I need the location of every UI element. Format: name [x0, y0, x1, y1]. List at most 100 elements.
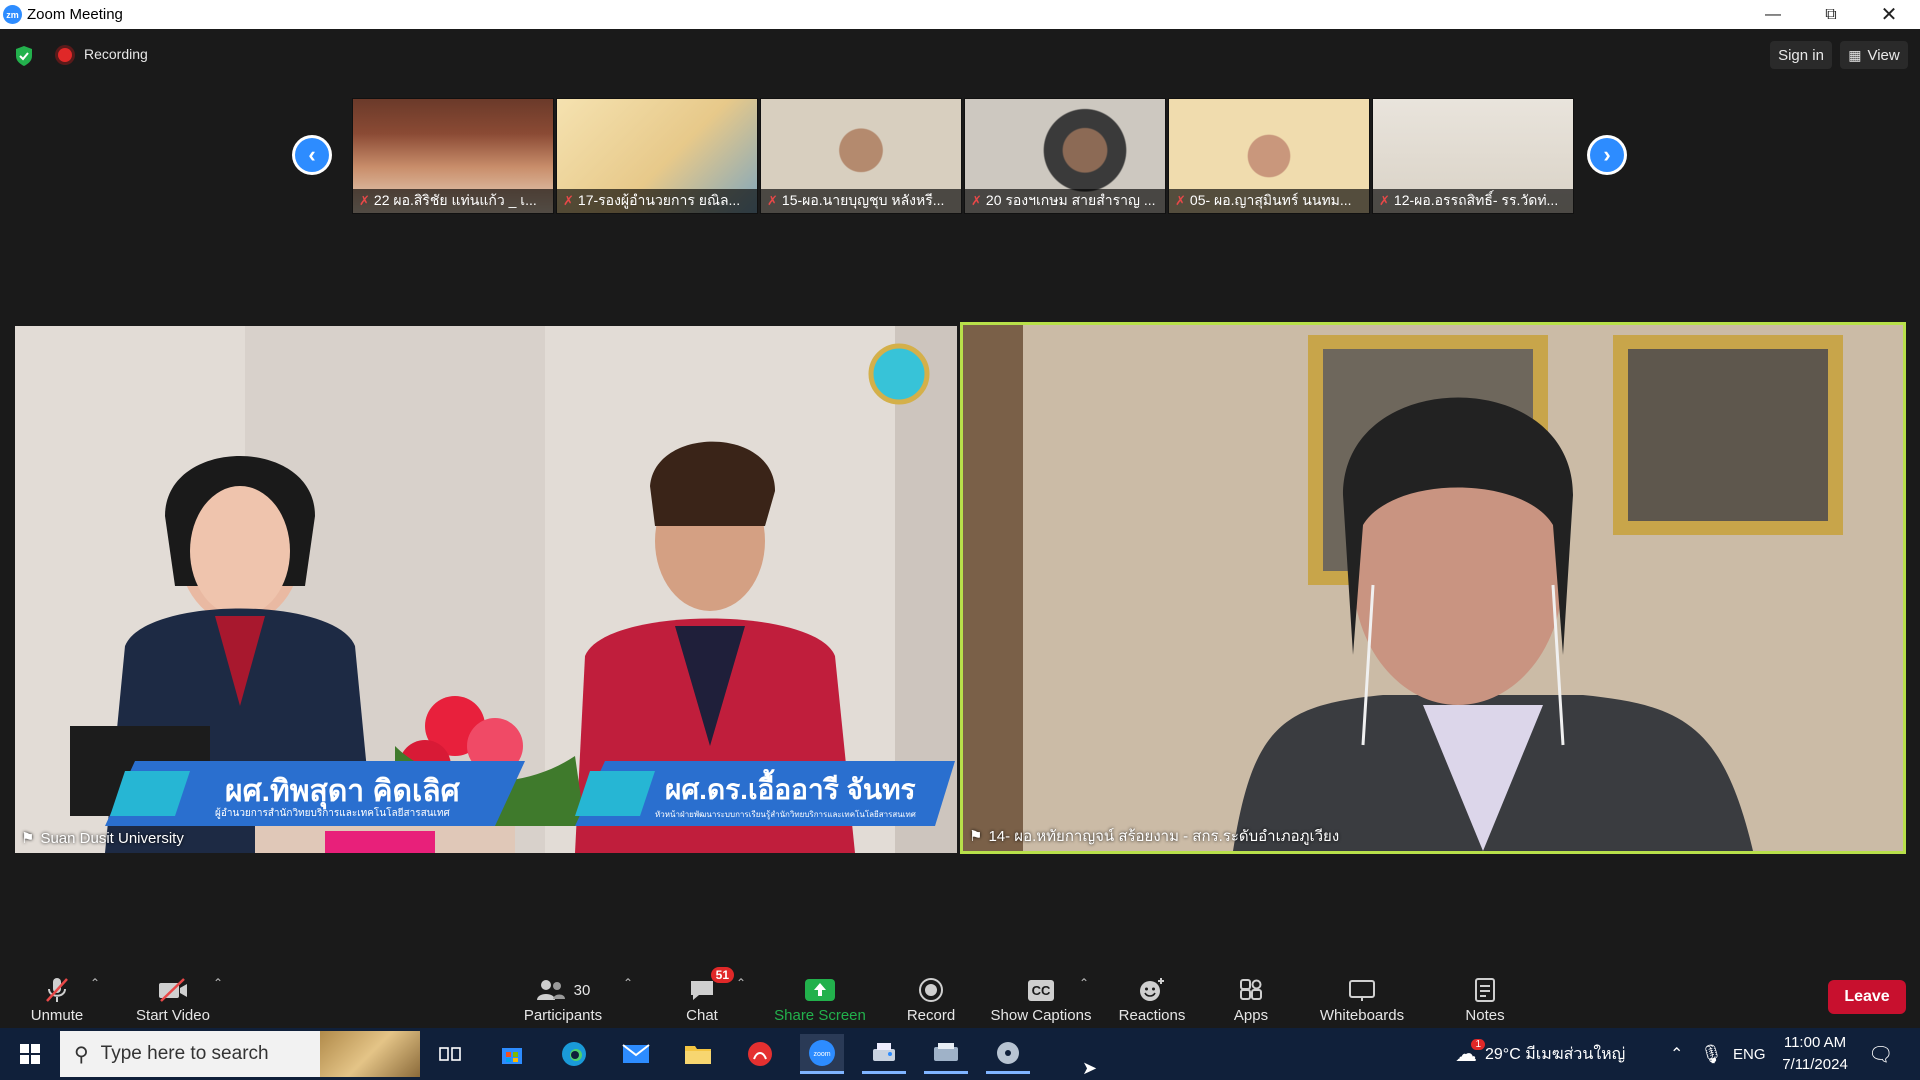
unmute-button[interactable]: Unmute: [14, 960, 100, 1028]
apps-button[interactable]: Apps: [1226, 960, 1276, 1028]
microphone-tray-icon[interactable]: 🎙: [1700, 1028, 1723, 1080]
share-screen-button[interactable]: Share Screen: [768, 960, 872, 1028]
record-button[interactable]: Record: [896, 960, 966, 1028]
task-view-icon[interactable]: [428, 1034, 472, 1074]
language-indicator[interactable]: ENG: [1733, 1028, 1766, 1080]
captions-options-caret-icon[interactable]: ⌃: [1079, 976, 1089, 990]
next-page-button[interactable]: ›: [1587, 135, 1627, 175]
app-icon-scanner[interactable]: [924, 1034, 968, 1074]
chat-bubble-icon: 51: [688, 967, 734, 1007]
leave-meeting-button[interactable]: Leave: [1828, 980, 1906, 1014]
minimize-button[interactable]: —: [1744, 0, 1802, 29]
meeting-top-bar: Recording Sign in ▦ View: [0, 29, 1920, 81]
mic-muted-icon: ✗: [1379, 193, 1390, 208]
show-captions-button[interactable]: CC Show Captions: [988, 960, 1094, 1028]
name-plate-subtitle: ผู้อำนวยการสำนักวิทยบริการและเทคโนโลยีสา…: [215, 808, 450, 819]
weather-cloud-icon: ☁ 1: [1455, 1039, 1485, 1067]
search-placeholder: Type here to search: [100, 1043, 269, 1064]
taskbar-search-box[interactable]: ⚲ Type here to search: [60, 1031, 420, 1077]
mic-muted-icon: ✗: [767, 193, 778, 208]
pin-icon: ⚑: [21, 830, 35, 847]
microsoft-store-icon[interactable]: [490, 1034, 534, 1074]
audio-options-caret-icon[interactable]: ⌃: [90, 976, 100, 990]
microphone-muted-icon: [44, 973, 70, 1007]
participants-options-caret-icon[interactable]: ⌃: [623, 976, 633, 990]
participants-icon: [536, 980, 565, 1000]
notification-center-icon[interactable]: 🗨: [1868, 1028, 1893, 1080]
main-video-tile-active-speaker[interactable]: ⚑ 14- ผอ.หทัยกาญจน์ สร้อยงาม - สกร.ระดับ…: [960, 322, 1906, 854]
grid-view-icon: ▦: [1848, 46, 1862, 63]
close-button[interactable]: ✕: [1860, 0, 1918, 29]
chat-options-caret-icon[interactable]: ⌃: [736, 976, 746, 990]
zoom-logo-icon: zm: [3, 5, 22, 24]
security-shield-icon[interactable]: [15, 46, 33, 66]
file-explorer-icon[interactable]: [676, 1034, 720, 1074]
participant-name-label: ✗ 22 ผอ.สิริชัย แท่นแก้ว _ เ...: [353, 189, 553, 213]
clock-time: 11:00 AM: [1783, 1034, 1847, 1051]
mic-muted-icon: ✗: [359, 193, 370, 208]
mail-icon[interactable]: [614, 1034, 658, 1074]
weather-label: 29°C มีเมฆส่วนใหญ่: [1485, 1045, 1626, 1063]
notes-icon: [1474, 973, 1496, 1007]
recording-label[interactable]: Recording: [84, 46, 148, 62]
participant-tile[interactable]: ✗ 22 ผอ.สิริชัย แท่นแก้ว _ เ...: [352, 98, 554, 214]
taskbar-clock[interactable]: 11:00 AM 7/11/2024: [1775, 1032, 1855, 1076]
apps-label: Apps: [1233, 1007, 1269, 1024]
apps-grid-icon: [1239, 973, 1263, 1007]
mouse-cursor-icon: ➤: [1082, 1058, 1098, 1078]
reactions-button[interactable]: Reactions: [1113, 960, 1191, 1028]
record-icon: [918, 973, 944, 1007]
weather-alert-badge: 1: [1471, 1039, 1485, 1050]
participant-name-label: ✗ 05- ผอ.ญาสุมินทร์ นนทม...: [1169, 189, 1369, 213]
participant-tile[interactable]: ✗ 12-ผอ.อรรถสิทธิ์- รร.วัดท่...: [1372, 98, 1574, 214]
previous-page-button[interactable]: ‹: [292, 135, 332, 175]
reactions-label: Reactions: [1118, 1007, 1186, 1024]
restore-button[interactable]: ⧉: [1802, 0, 1860, 29]
view-button[interactable]: ▦ View: [1840, 41, 1908, 69]
whiteboards-label: Whiteboards: [1319, 1007, 1405, 1024]
chat-unread-badge: 51: [710, 967, 734, 983]
show-captions-label: Show Captions: [990, 1007, 1092, 1024]
sign-in-button[interactable]: Sign in: [1770, 41, 1832, 69]
captions-cc-icon: CC: [1027, 979, 1055, 1001]
edge-browser-icon[interactable]: [552, 1034, 596, 1074]
mic-muted-icon: ✗: [971, 193, 982, 208]
weather-widget[interactable]: ☁ 1 29°C มีเมฆส่วนใหญ่: [1455, 1028, 1625, 1080]
record-label: Record: [906, 1007, 956, 1024]
show-hidden-icons-chevron-icon[interactable]: ⌃: [1670, 1028, 1683, 1080]
svg-text:zoom: zoom: [813, 1051, 830, 1058]
windows-start-icon[interactable]: [8, 1034, 52, 1074]
participant-tile[interactable]: ✗ 20 รองฯเกษม สายสำราญ ...: [964, 98, 1166, 214]
mic-muted-icon: ✗: [563, 193, 574, 208]
meeting-controls-toolbar: Unmute ⌃ Start Video ⌃ 30 Participants ⌃…: [0, 960, 1920, 1028]
app-icon-disc[interactable]: [986, 1034, 1030, 1074]
participant-tile[interactable]: ✗ 05- ผอ.ญาสุมินทร์ นนทม...: [1168, 98, 1370, 214]
participant-name-label: ⚑ 14- ผอ.หทัยกาญจน์ สร้อยงาม - สกร.ระดับ…: [969, 828, 1340, 845]
view-label: View: [1867, 46, 1900, 64]
zoom-app-icon[interactable]: zoom: [800, 1034, 844, 1074]
start-video-button[interactable]: Start Video: [130, 960, 216, 1028]
acrobat-reader-icon[interactable]: [738, 1034, 782, 1074]
notes-button[interactable]: Notes: [1458, 960, 1512, 1028]
window-title: Zoom Meeting: [27, 6, 123, 23]
participant-name-label: ✗ 15-ผอ.นายบุญชุบ หลังหรี...: [761, 189, 961, 213]
video-options-caret-icon[interactable]: ⌃: [213, 976, 223, 990]
speaker-video-frame: [963, 325, 1903, 851]
app-icon-printer[interactable]: [862, 1034, 906, 1074]
participants-button[interactable]: 30 Participants: [516, 960, 610, 1028]
window-title-bar: zm Zoom Meeting — ⧉ ✕: [0, 0, 1920, 29]
chat-button[interactable]: 51 Chat: [668, 960, 736, 1028]
whiteboards-button[interactable]: Whiteboards: [1314, 960, 1410, 1028]
video-camera-off-icon: [157, 973, 189, 1007]
smiley-plus-icon: [1138, 973, 1166, 1007]
participant-name-label: ✗ 17-รองผู้อำนวยการ ยณิล...: [557, 189, 757, 213]
clock-date: 7/11/2024: [1782, 1056, 1848, 1073]
start-video-label: Start Video: [136, 1007, 210, 1024]
participant-tile[interactable]: ✗ 17-รองผู้อำนวยการ ยณิล...: [556, 98, 758, 214]
chevron-left-icon: ‹: [295, 138, 329, 172]
main-video-tile-left[interactable]: ผศ.ทิพสุดา คิดเลิศ ผู้อำนวยการสำนักวิทยบ…: [15, 326, 957, 853]
participant-tile[interactable]: ✗ 15-ผอ.นายบุญชุบ หลังหรี...: [760, 98, 962, 214]
search-icon: ⚲: [74, 1043, 89, 1066]
participants-label: Participants: [523, 1007, 603, 1024]
share-screen-label: Share Screen: [774, 1007, 866, 1024]
